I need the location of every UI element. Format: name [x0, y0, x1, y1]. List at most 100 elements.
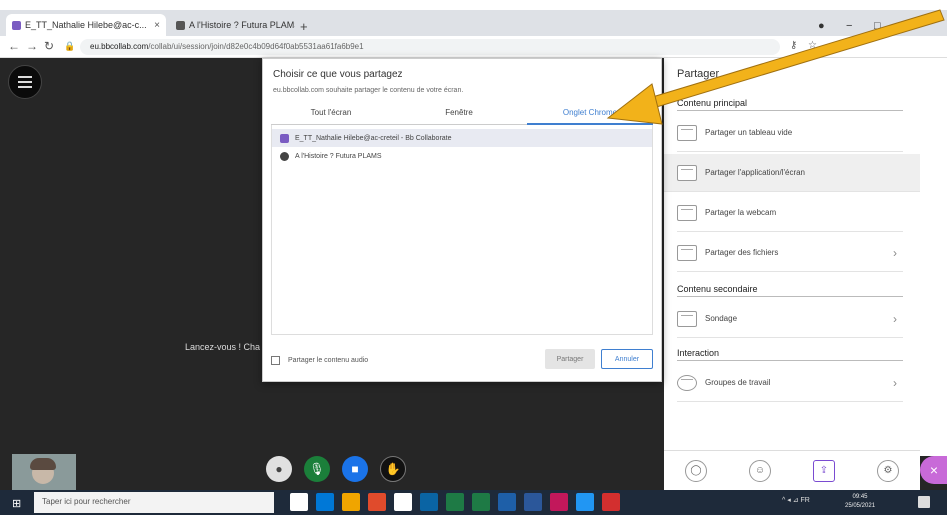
tab-entire-screen[interactable]: Tout l'écran: [271, 108, 391, 117]
excel-icon[interactable]: [446, 493, 464, 511]
key-icon[interactable]: ⚷: [790, 40, 797, 51]
sheets-icon[interactable]: [472, 493, 490, 511]
groups-icon: [677, 374, 697, 391]
share-webcam[interactable]: Partager la webcam: [677, 194, 903, 232]
taskbar-apps: [290, 493, 620, 511]
new-tab-button[interactable]: +: [300, 19, 308, 34]
clock-date: 25/05/2021: [845, 503, 876, 509]
share-panel: Partager Contenu principal Partager un t…: [664, 58, 920, 490]
tab-list: E_TT_Nathalie Hilebe@ac-creteil - Bb Col…: [271, 125, 653, 335]
list-item-label: A l'Histoire ? Futura PLAMS: [295, 152, 382, 160]
item-label: Sondage: [705, 314, 738, 323]
tab-favicon-icon: [176, 20, 185, 30]
user-video-thumbnail[interactable]: [12, 454, 76, 490]
settings-icon[interactable]: ⚙: [877, 459, 899, 482]
browser-tab-collaborate[interactable]: E_TT_Nathalie Hilebe@ac-c... ×: [6, 14, 166, 36]
reload-icon[interactable]: ↻: [44, 39, 54, 53]
share-button[interactable]: Partager: [545, 349, 595, 369]
chevron-right-icon: ›: [893, 311, 897, 326]
whiteboard-icon: [677, 124, 697, 141]
section-main-content: Contenu principal: [677, 98, 903, 111]
chat-icon[interactable]: ◯: [685, 459, 707, 482]
store-icon[interactable]: [394, 493, 412, 511]
word-icon[interactable]: [524, 493, 542, 511]
share-picker-dialog: Choisir ce que vous partagez eu.bbcollab…: [262, 58, 662, 382]
breakout-groups-item[interactable]: Groupes de travail ›: [677, 364, 903, 402]
mail-icon[interactable]: [420, 493, 438, 511]
windows-start-icon[interactable]: ⊞: [12, 497, 21, 510]
share-blank-whiteboard[interactable]: Partager un tableau vide: [677, 114, 903, 152]
forward-icon[interactable]: →: [26, 39, 38, 53]
windows-taskbar: ⊞ Taper ici pour rechercher ^ ◂ ⊿ FR 09:…: [0, 490, 947, 515]
share-files[interactable]: Partager des fichiers ›: [677, 234, 903, 272]
firefox-icon[interactable]: [368, 493, 386, 511]
media-icon[interactable]: [550, 493, 568, 511]
item-label: Groupes de travail: [705, 378, 771, 387]
attendees-icon[interactable]: ☺: [749, 459, 771, 482]
stage-message: Lancez-vous ! Cha: [185, 342, 261, 352]
cortana-icon[interactable]: [290, 493, 308, 511]
share-application-screen[interactable]: Partager l'application/l'écran: [664, 154, 920, 192]
tab-favicon-icon: [280, 151, 289, 161]
panel-title: Partager: [677, 68, 720, 80]
tab-close-icon[interactable]: ×: [154, 20, 160, 31]
dialog-tabs: Tout l'écran Fenêtre Onglet Chrome: [271, 105, 653, 125]
chrome-icon[interactable]: [576, 493, 594, 511]
browser-tab-histoire[interactable]: A l'Histoire ? Futura PLAMS ×: [170, 14, 295, 36]
bookmark-star-icon[interactable]: ☆: [808, 40, 817, 51]
dialog-title: Choisir ce que vous partagez: [273, 69, 403, 80]
webcam-icon: [677, 204, 697, 221]
url-path: /collab/ui/session/join/d82e0c4b09d64f0a…: [148, 42, 364, 51]
poll-item[interactable]: Sondage ›: [677, 300, 903, 338]
right-edge: [920, 58, 947, 456]
window-close-icon[interactable]: ×: [900, 20, 906, 32]
camera-icon[interactable]: ■: [342, 456, 368, 482]
taskbar-clock[interactable]: 09:45 25/05/2021: [845, 493, 875, 511]
notification-icon[interactable]: [918, 496, 930, 508]
chevron-right-icon: ›: [893, 375, 897, 390]
file-explorer-icon[interactable]: [342, 493, 360, 511]
tab-window[interactable]: Fenêtre: [399, 108, 519, 117]
files-icon: [677, 244, 697, 261]
microphone-icon[interactable]: 🎙: [304, 456, 330, 482]
session-controls: ● 🎙 ■ ✋: [266, 456, 406, 482]
list-item[interactable]: E_TT_Nathalie Hilebe@ac-creteil - Bb Col…: [272, 129, 652, 147]
item-label: Partager l'application/l'écran: [705, 168, 805, 177]
share-icon[interactable]: ⇪: [813, 459, 835, 482]
back-icon[interactable]: ←: [8, 39, 20, 53]
profile-dot-icon[interactable]: ●: [818, 20, 825, 32]
raise-hand-icon[interactable]: ✋: [380, 456, 406, 482]
system-tray[interactable]: ^ ◂ ⊿ FR: [782, 496, 810, 504]
url-host: eu.bbcollab.com: [90, 42, 149, 51]
top-margin: [0, 0, 947, 10]
item-label: Partager des fichiers: [705, 248, 779, 257]
close-panel-button[interactable]: ×: [920, 456, 947, 484]
poll-icon: [677, 310, 697, 327]
tab-favicon-icon: [12, 20, 21, 30]
user-hair: [30, 458, 56, 470]
outlook-icon[interactable]: [498, 493, 516, 511]
acrobat-icon[interactable]: [602, 493, 620, 511]
url-field[interactable]: eu.bbcollab.com/collab/ui/session/join/d…: [80, 39, 780, 55]
section-interaction: Interaction: [677, 348, 903, 361]
list-item[interactable]: A l'Histoire ? Futura PLAMS: [272, 147, 652, 165]
share-audio-checkbox[interactable]: [271, 355, 280, 365]
dialog-footer: Partager le contenu audio Partager Annul…: [271, 347, 653, 373]
tab-label: A l'Histoire ? Futura PLAMS: [189, 20, 295, 30]
taskbar-search[interactable]: Taper ici pour rechercher: [34, 492, 274, 513]
tab-chrome-tab[interactable]: Onglet Chrome: [527, 108, 653, 125]
profile-icon[interactable]: ●: [266, 456, 292, 482]
share-audio-label: Partager le contenu audio: [288, 356, 369, 364]
minimize-icon[interactable]: −: [846, 20, 852, 32]
lock-icon: 🔒: [64, 41, 76, 51]
dialog-subtitle: eu.bbcollab.com souhaite partager le con…: [273, 87, 464, 94]
browser-tab-bar: E_TT_Nathalie Hilebe@ac-c... × A l'Histo…: [0, 10, 947, 36]
list-item-label: E_TT_Nathalie Hilebe@ac-creteil - Bb Col…: [295, 134, 452, 142]
maximize-icon[interactable]: □: [874, 20, 881, 32]
clock-time: 09:45: [852, 494, 868, 500]
session-menu-button[interactable]: [8, 65, 42, 99]
chevron-right-icon: ›: [893, 245, 897, 260]
task-view-icon[interactable]: [316, 493, 334, 511]
item-label: Partager un tableau vide: [705, 128, 793, 137]
cancel-button[interactable]: Annuler: [601, 349, 653, 369]
